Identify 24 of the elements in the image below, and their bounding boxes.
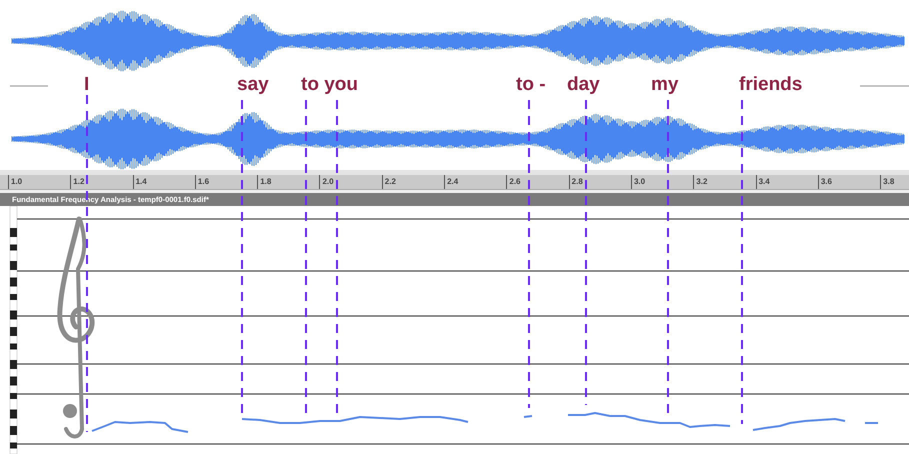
ruler-label: 3.2 [693, 175, 756, 189]
ruler-label: 1.6 [194, 175, 258, 189]
word-label: friends [739, 74, 802, 96]
ruler-label: 2.0 [319, 175, 382, 189]
word-label: I [84, 74, 90, 96]
word-label: to you [301, 74, 358, 96]
ruler-label: 2.8 [568, 175, 631, 189]
ruler-label: 1.8 [257, 175, 320, 189]
treble-clef-icon [57, 216, 95, 438]
ruler-label: 3.0 [630, 175, 694, 189]
ruler-label: 2.4 [444, 175, 506, 189]
ruler-label: 2.6 [506, 175, 569, 189]
word-label: say [237, 74, 269, 96]
ruler-label: 1.2 [70, 175, 133, 189]
ruler-label: 1.4 [132, 175, 195, 189]
ruler-label: 3.8 [880, 175, 909, 189]
word-label: to - [516, 74, 546, 96]
ruler-label: 2.2 [382, 175, 444, 189]
word-label: my [651, 74, 678, 96]
ruler-label: 1.0 [8, 175, 70, 189]
word-label: day [567, 74, 600, 96]
ruler-label: 3.4 [756, 175, 818, 189]
pitch-contour [524, 415, 532, 418]
ruler-label: 3.6 [818, 175, 880, 189]
